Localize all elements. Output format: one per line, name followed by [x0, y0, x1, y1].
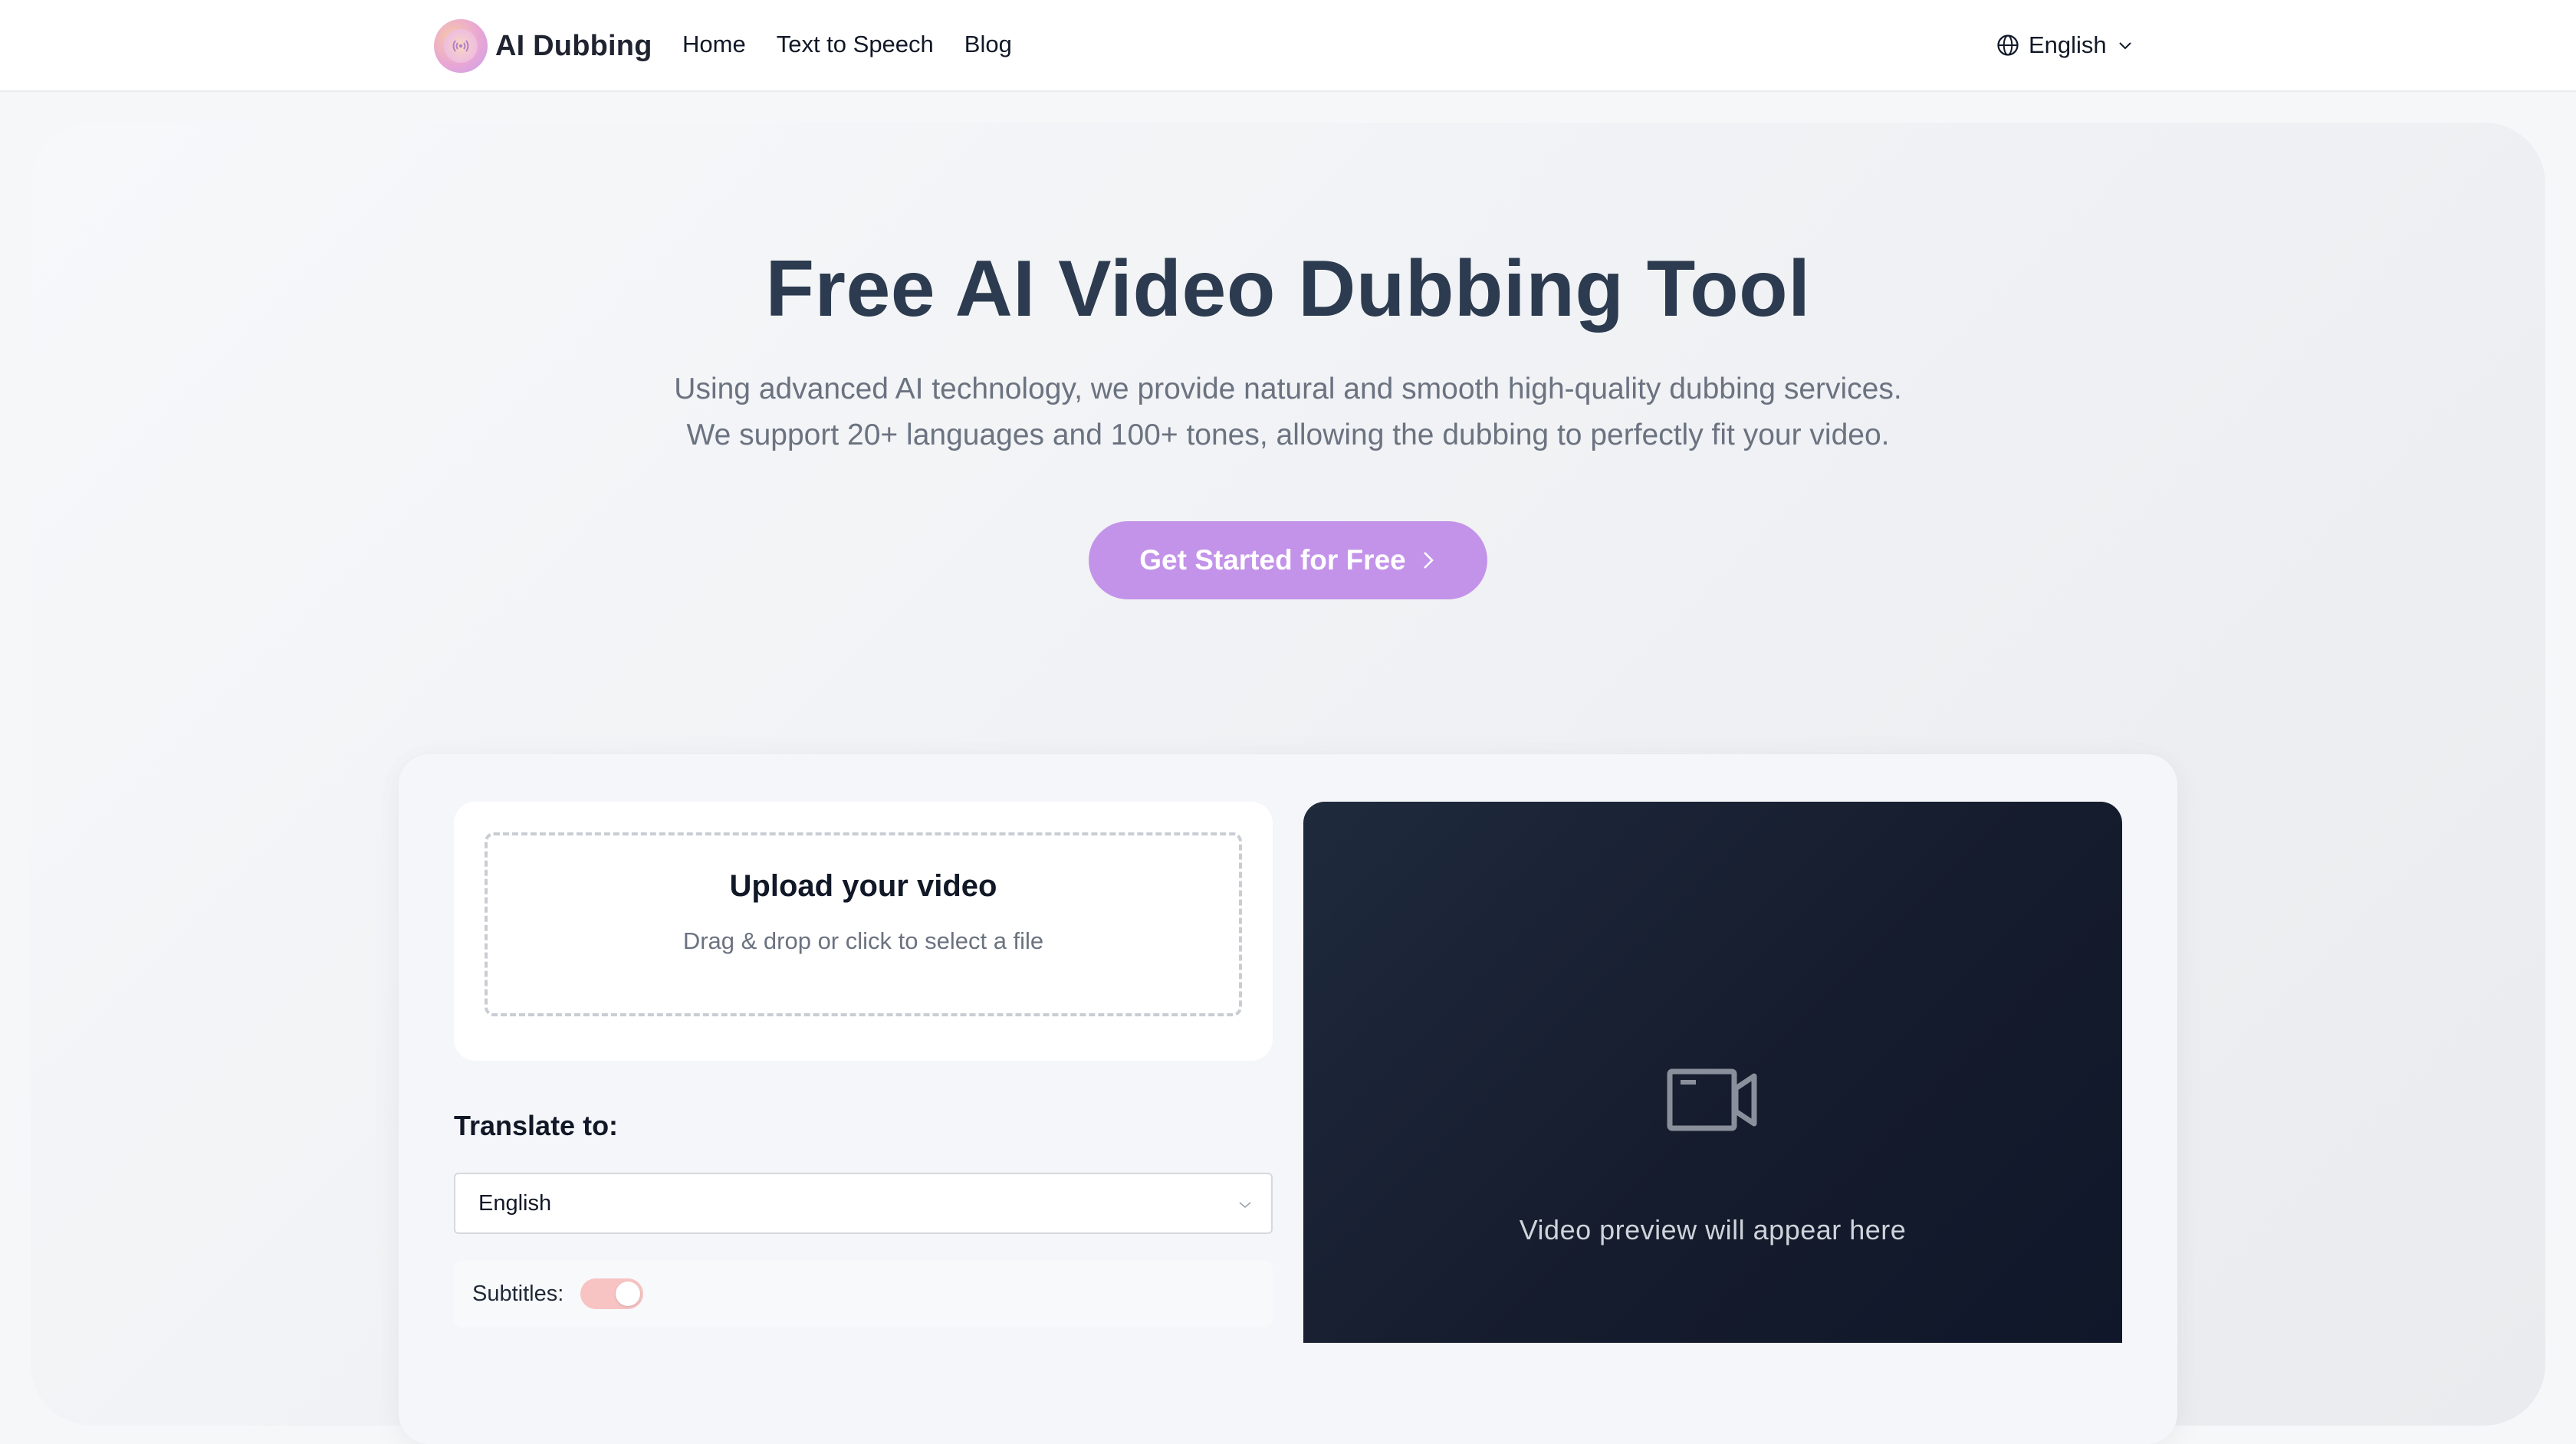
main-nav: Home Text to Speech Blog	[682, 0, 1012, 89]
language-label: English	[2029, 31, 2107, 58]
hero-subtitle-line-1: Using advanced AI technology, we provide…	[674, 372, 1902, 405]
get-started-button[interactable]: Get Started for Free	[1089, 521, 1487, 599]
toggle-knob	[616, 1282, 641, 1306]
hero-subtitle-line-2: We support 20+ languages and 100+ tones,…	[686, 418, 1890, 451]
chevron-down-icon	[2118, 42, 2131, 50]
nav-link-home[interactable]: Home	[682, 31, 746, 58]
page-title: Free AI Video Dubbing Tool	[765, 244, 1811, 333]
video-camera-icon	[1667, 1068, 1757, 1131]
chevron-down-icon	[1239, 1202, 1251, 1209]
brand-name: AI Dubbing	[495, 29, 652, 62]
subtitles-row: Subtitles:	[454, 1260, 1273, 1327]
video-preview-panel: Video preview will appear here	[1303, 802, 2122, 1343]
chevron-right-icon	[1423, 552, 1434, 569]
brand[interactable]: AI Dubbing	[434, 18, 652, 74]
language-switcher[interactable]: English	[1996, 0, 2134, 90]
sound-wave-icon	[434, 19, 488, 73]
top-navbar: AI Dubbing Home Text to Speech Blog Engl…	[0, 0, 2576, 92]
target-language-value: English	[478, 1190, 552, 1216]
subtitles-toggle[interactable]	[580, 1278, 644, 1309]
subtitles-label: Subtitles:	[472, 1281, 564, 1306]
hero-subtitle: Using advanced AI technology, we provide…	[0, 366, 2576, 458]
preview-placeholder-text: Video preview will appear here	[1519, 1214, 1907, 1245]
translate-to-label: Translate to:	[454, 1110, 619, 1141]
nav-link-text-to-speech[interactable]: Text to Speech	[777, 31, 934, 58]
video-upload-dropzone[interactable]: Upload your video Drag & drop or click t…	[485, 832, 1242, 1016]
nav-link-blog[interactable]: Blog	[964, 31, 1012, 58]
upload-hint: Drag & drop or click to select a file	[682, 927, 1044, 954]
globe-icon	[1997, 34, 2019, 56]
target-language-select[interactable]: English	[454, 1173, 1273, 1234]
get-started-label: Get Started for Free	[1139, 544, 1406, 576]
upload-title: Upload your video	[729, 869, 997, 903]
